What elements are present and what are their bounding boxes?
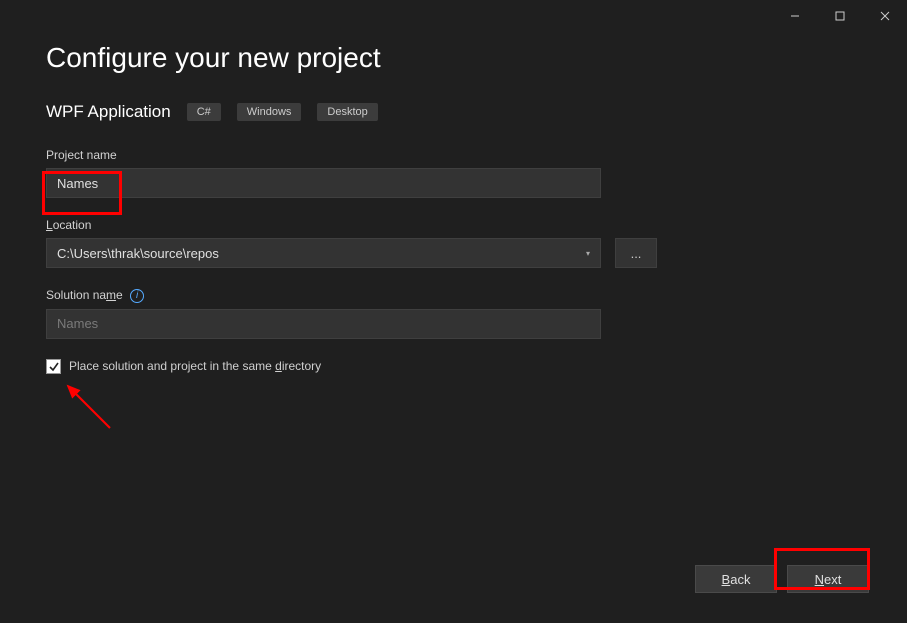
same-directory-checkbox[interactable] [46,359,61,374]
footer-buttons: Back Next [695,565,869,593]
next-button[interactable]: Next [787,565,869,593]
tag-desktop: Desktop [317,103,377,121]
tag-csharp: C# [187,103,221,121]
minimize-button[interactable] [772,1,817,31]
template-info: WPF Application C# Windows Desktop [46,102,861,122]
annotation-arrow-icon [58,380,118,435]
tag-windows: Windows [237,103,302,121]
browse-button[interactable]: ... [615,238,657,268]
titlebar [0,0,907,32]
template-name: WPF Application [46,102,171,122]
maximize-button[interactable] [817,1,862,31]
solution-name-group: Solution name i [46,288,861,339]
chevron-down-icon: ▾ [586,249,590,258]
page-title: Configure your new project [46,42,861,74]
location-value: C:\Users\thrak\source\repos [57,246,219,261]
same-directory-label: Place solution and project in the same d… [69,359,321,373]
info-icon[interactable]: i [130,289,144,303]
back-button[interactable]: Back [695,565,777,593]
project-name-label: Project name [46,148,861,162]
location-select[interactable]: C:\Users\thrak\source\repos ▾ [46,238,601,268]
solution-name-label: Solution name i [46,288,861,303]
close-button[interactable] [862,1,907,31]
solution-name-input[interactable] [46,309,601,339]
location-label: Location [46,218,861,232]
location-group: Location C:\Users\thrak\source\repos ▾ .… [46,218,861,268]
project-name-input[interactable] [46,168,601,198]
same-directory-row: Place solution and project in the same d… [46,359,861,374]
project-name-group: Project name [46,148,861,198]
